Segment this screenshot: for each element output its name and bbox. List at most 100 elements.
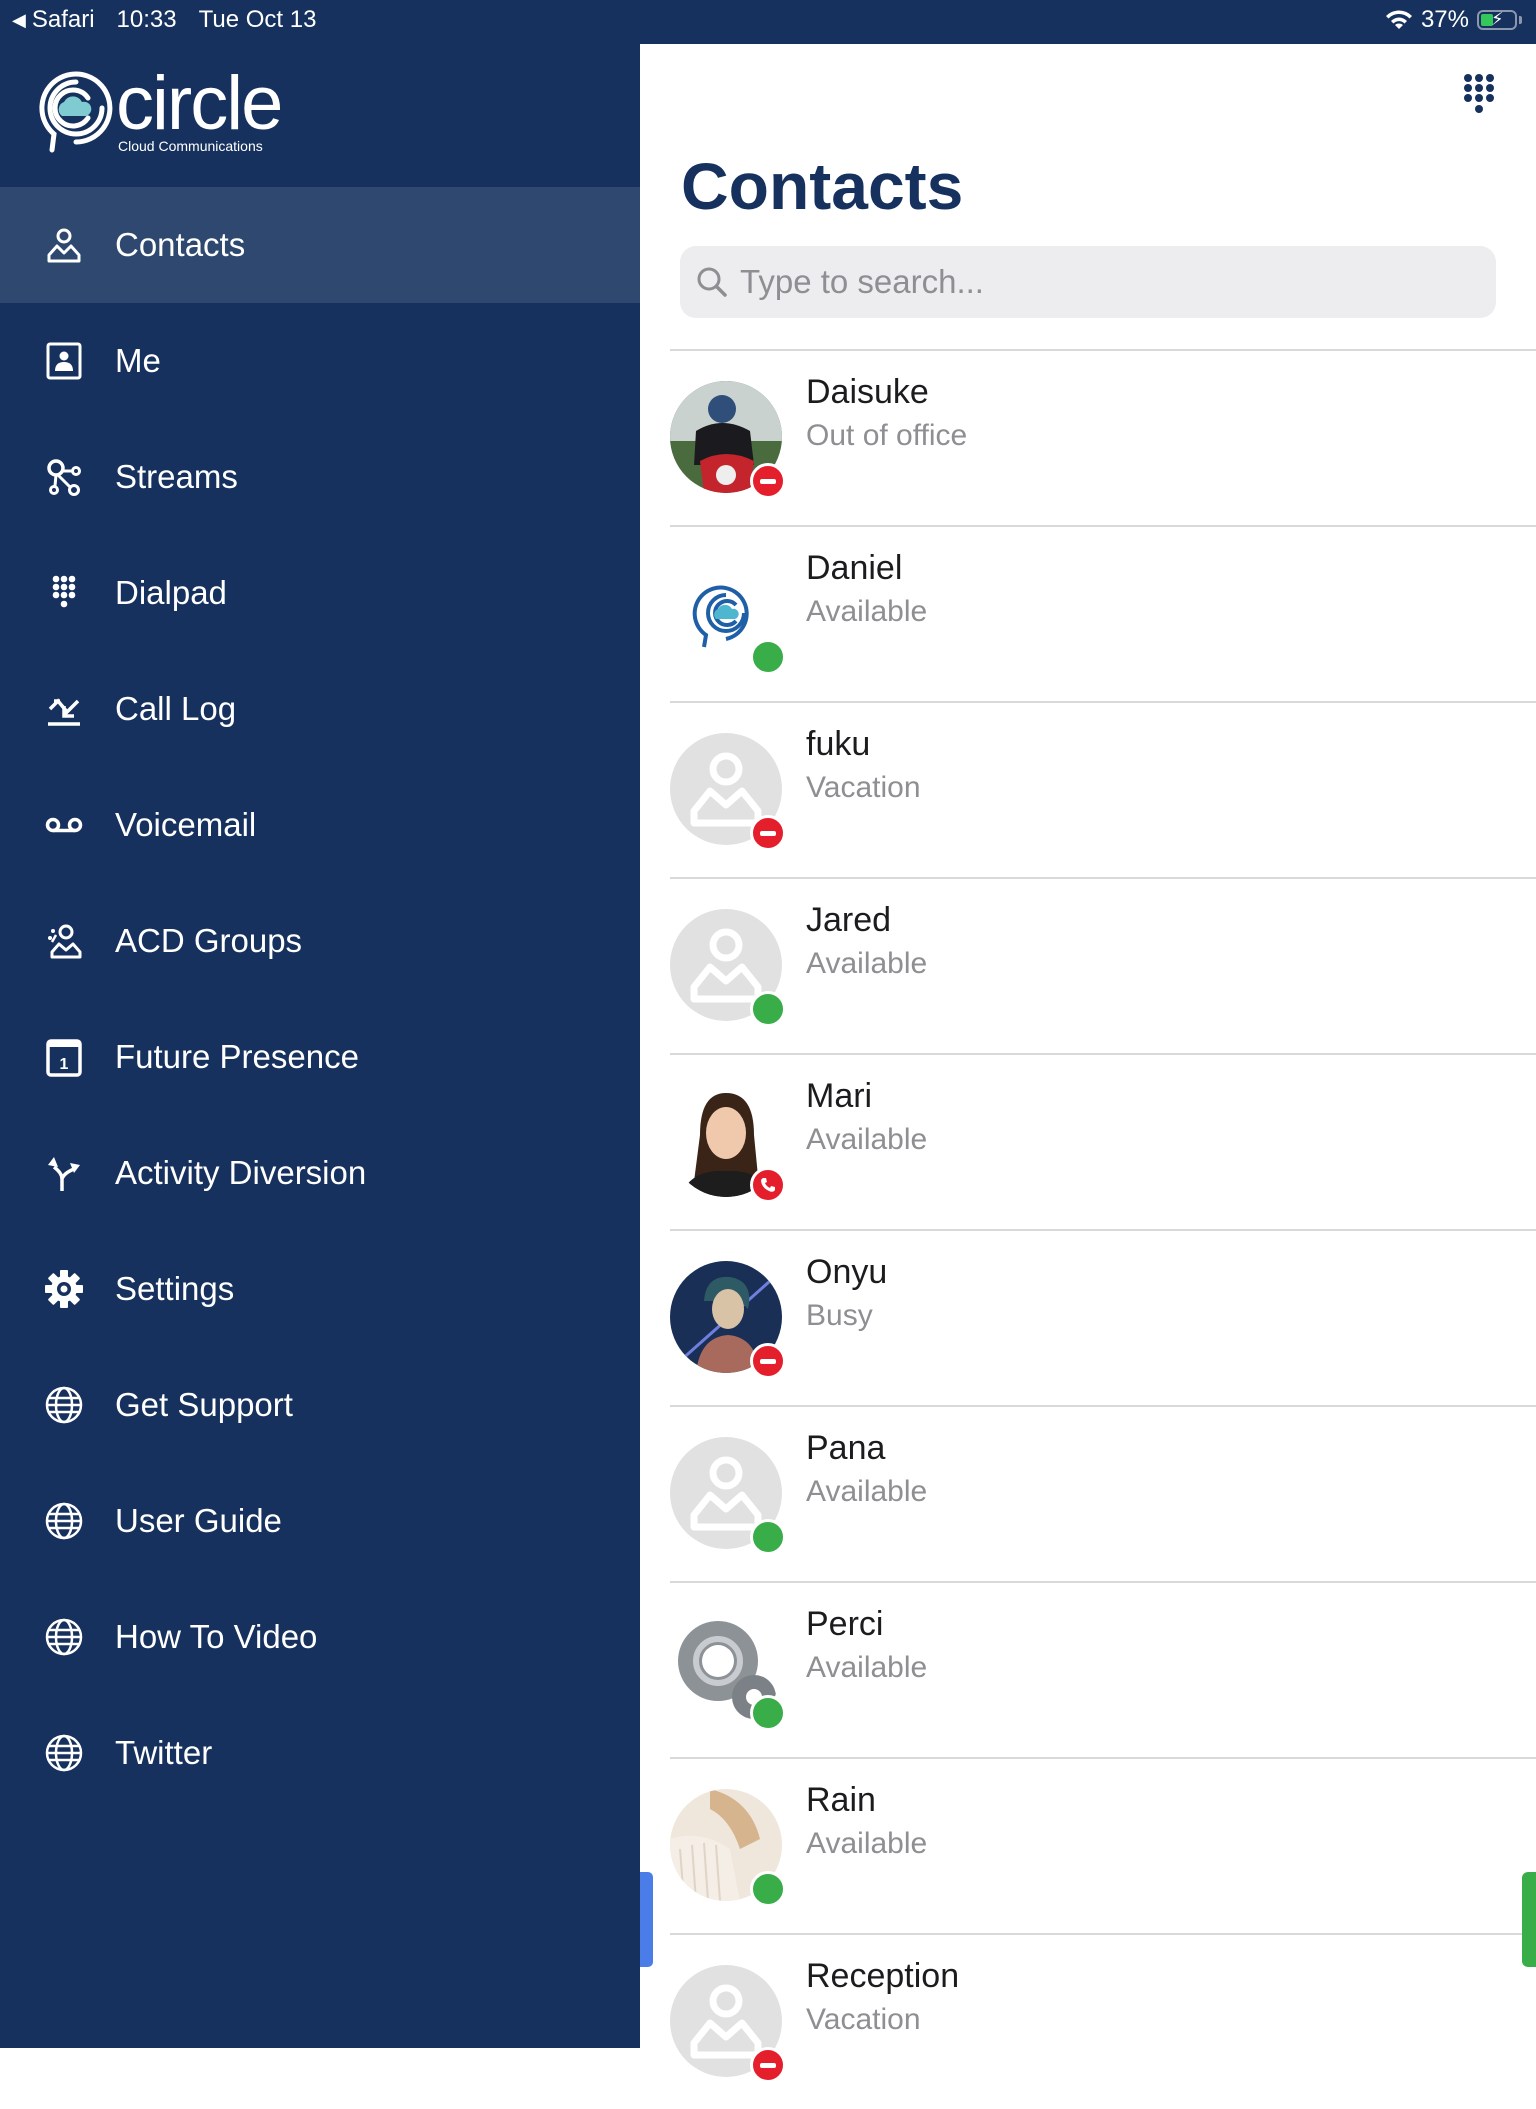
dialpad-icon (40, 569, 88, 617)
contact-row[interactable]: Reception Vacation (670, 1933, 1536, 2109)
contact-name: Reception (806, 1957, 960, 1995)
voicemail-icon (40, 801, 88, 849)
contacts-pane: Contacts Daisuke Out of office Daniel Avail… (640, 44, 1536, 2083)
contact-row[interactable]: Perci Available (670, 1581, 1536, 1757)
sidebar-item-user-guide[interactable]: User Guide (0, 1463, 640, 1579)
contact-status: Available (806, 595, 928, 628)
sidebar-item-streams[interactable]: Streams (0, 419, 640, 535)
contact-status: Vacation (806, 2003, 921, 2036)
sidebar-item-acd-groups[interactable]: ACD Groups (0, 883, 640, 999)
presence-available-icon (750, 1695, 786, 1731)
back-arrow-icon[interactable]: ◀ (12, 10, 26, 31)
sidebar-item-how-to-video[interactable]: How To Video (0, 1579, 640, 1695)
contact-status: Available (806, 947, 928, 980)
sidebar: circle Cloud Communications Contacts Me … (0, 44, 640, 2048)
contact-status: Available (806, 1123, 928, 1156)
contact-name: Daisuke (806, 373, 929, 411)
sidebar-item-label: Dialpad (115, 574, 227, 611)
circle-logo: circle Cloud Communications (36, 61, 296, 158)
sidebar-item-label: Streams (115, 458, 238, 495)
presence-on-call-icon (750, 1167, 786, 1203)
dnd-dash (760, 830, 776, 836)
contact-name: Mari (806, 1077, 873, 1115)
contact-row[interactable]: Pana Available (670, 1405, 1536, 1581)
globe-icon (40, 1497, 88, 1545)
sidebar-item-voicemail[interactable]: Voicemail (0, 767, 640, 883)
presence-available-icon (750, 1519, 786, 1555)
sidebar-item-label: Get Support (115, 1386, 293, 1423)
contact-status: Available (806, 1827, 928, 1860)
sidebar-item-me[interactable]: Me (0, 303, 640, 419)
contact-row[interactable]: Daisuke Out of office (670, 349, 1536, 525)
contact-row[interactable]: Mari Available (670, 1053, 1536, 1229)
contact-status: Vacation (806, 771, 921, 804)
battery-percent: 37% (1420, 6, 1469, 33)
contact-name: Pana (806, 1429, 886, 1467)
contact-row[interactable]: fuku Vacation (670, 701, 1536, 877)
dialpad-button[interactable] (1455, 66, 1503, 122)
presence-dnd-icon (750, 1343, 786, 1379)
sidebar-item-contacts[interactable]: Contacts (0, 187, 640, 303)
sidebar-item-get-support[interactable]: Get Support (0, 1347, 640, 1463)
wifi-icon (1385, 10, 1412, 29)
contact-row[interactable]: Rain Available (670, 1757, 1536, 1933)
dnd-dash (760, 1358, 776, 1364)
search-bar[interactable] (680, 246, 1496, 318)
contact-name: Onyu (806, 1253, 888, 1291)
sidebar-item-call-log[interactable]: Call Log (0, 651, 640, 767)
back-to-app-link[interactable]: Safari (32, 6, 95, 34)
search-input[interactable] (738, 262, 1482, 302)
contact-status: Out of office (806, 419, 968, 452)
presence-available-icon (750, 1871, 786, 1907)
sidebar-item-future-presence[interactable]: 1 Future Presence (0, 999, 640, 1115)
call-log-icon (40, 685, 88, 733)
battery-tip (1519, 16, 1522, 24)
presence-dnd-icon (750, 815, 786, 851)
sidebar-item-settings[interactable]: Settings (0, 1231, 640, 1347)
contact-list: Daisuke Out of office Daniel Available fuku V… (670, 349, 1536, 2109)
sidebar-item-label: Twitter (115, 1734, 213, 1771)
dialpad-icon (1464, 74, 1494, 113)
contact-status: Busy (806, 1299, 873, 1332)
sidebar-item-label: Call Log (115, 690, 237, 727)
calendar-icon: 1 (40, 1033, 88, 1081)
contact-name: Rain (806, 1781, 876, 1819)
group-icon (40, 917, 88, 965)
contact-name: Jared (806, 901, 892, 939)
globe-icon (40, 1381, 88, 1429)
sidebar-item-label: User Guide (115, 1502, 282, 1539)
sidebar-item-dialpad[interactable]: Dialpad (0, 535, 640, 651)
status-time: 10:33 (116, 6, 177, 33)
sidebar-item-activity-diversion[interactable]: Activity Diversion (0, 1115, 640, 1231)
sidebar-item-label: Activity Diversion (115, 1154, 367, 1191)
sidebar-item-label: Me (115, 342, 161, 379)
presence-available-icon (750, 639, 786, 675)
search-icon (697, 267, 727, 297)
contact-name: Perci (806, 1605, 884, 1643)
scroll-drag-handle[interactable] (1522, 1872, 1536, 1967)
contact-card-icon (40, 337, 88, 385)
contact-status: Available (806, 1475, 928, 1508)
battery-icon: ⚡ (1477, 9, 1517, 30)
sidebar-item-twitter[interactable]: Twitter (0, 1695, 640, 1811)
sidebar-item-label: Voicemail (115, 806, 257, 843)
presence-dnd-icon (750, 2047, 786, 2083)
sidebar-item-label: ACD Groups (115, 922, 303, 959)
presence-dnd-icon (750, 463, 786, 499)
contact-row[interactable]: Daniel Available (670, 525, 1536, 701)
globe-icon (40, 1613, 88, 1661)
contact-row[interactable]: Jared Available (670, 877, 1536, 1053)
dnd-dash (760, 2062, 776, 2068)
dnd-dash (760, 478, 776, 484)
sidebar-item-label: Settings (115, 1270, 235, 1307)
person-icon (40, 221, 88, 269)
contact-row[interactable]: Onyu Busy (670, 1229, 1536, 1405)
sidebar-drag-handle[interactable] (640, 1872, 653, 1967)
logo-wordmark: circle (116, 61, 283, 146)
gear-icon (40, 1265, 88, 1313)
diversion-icon (40, 1149, 88, 1197)
contact-status: Available (806, 1651, 928, 1684)
status-date: Tue Oct 13 (198, 6, 317, 33)
phone-icon (761, 1178, 775, 1192)
logo-tagline: Cloud Communications (118, 138, 263, 154)
